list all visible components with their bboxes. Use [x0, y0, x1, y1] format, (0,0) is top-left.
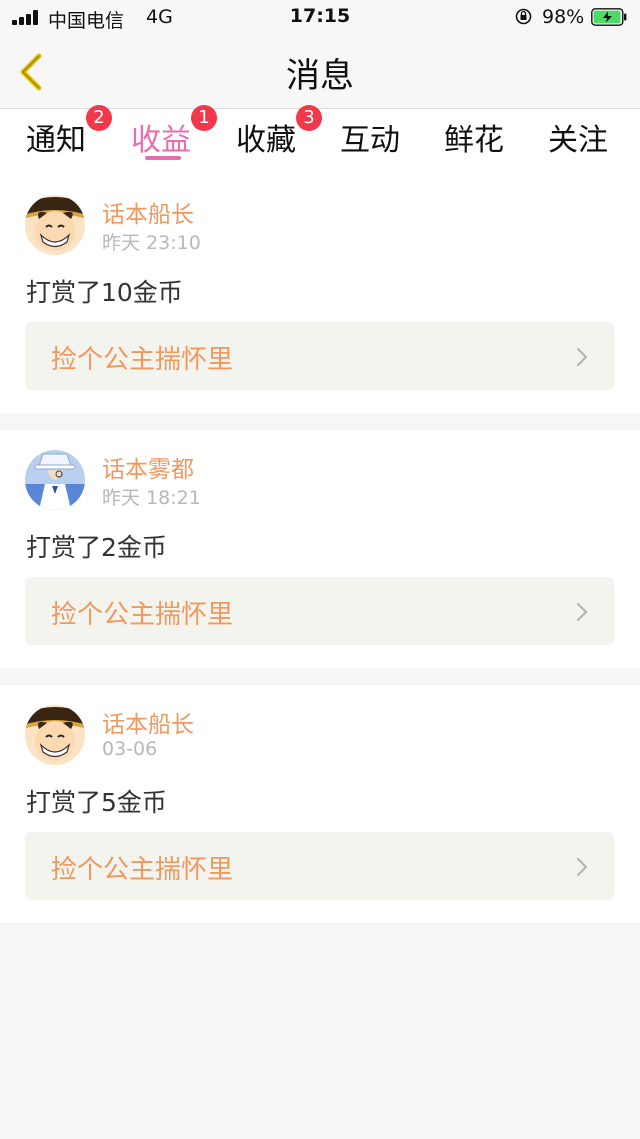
message-card: 话本船长 03-06 打赏了5金币 捡个公主揣怀里: [0, 685, 640, 923]
linked-work[interactable]: 捡个公主揣怀里: [25, 322, 614, 390]
tab-interactions[interactable]: 互动: [340, 115, 400, 159]
work-title: 捡个公主揣怀里: [51, 345, 234, 375]
tab-label: 互动: [340, 123, 400, 158]
tab-label: 通知: [26, 123, 86, 158]
tab-label: 收益: [131, 123, 191, 158]
tab-label: 关注: [548, 123, 608, 158]
tab-label: 收藏: [236, 123, 296, 158]
battery-percent: 98%: [542, 6, 585, 28]
tab-favorites[interactable]: 收藏 3: [236, 105, 322, 159]
category-tabs: 通知 2 收益 1 收藏 3 互动 鲜花 关注: [0, 105, 640, 175]
message-text: 打赏了10金币: [26, 278, 183, 307]
chevron-right-icon: [576, 347, 588, 367]
unread-badge: 3: [296, 105, 322, 131]
message-text: 打赏了2金币: [26, 533, 167, 562]
username[interactable]: 话本船长: [102, 705, 194, 739]
status-bar: 中国电信 4G 17:15 98%: [0, 0, 640, 34]
tab-label: 鲜花: [444, 123, 504, 158]
unread-badge: 2: [86, 105, 112, 131]
message-time: 03-06: [102, 738, 158, 760]
chevron-right-icon: [576, 602, 588, 622]
orientation-lock-icon: [515, 8, 532, 25]
tab-flowers[interactable]: 鲜花: [444, 115, 504, 159]
linked-work[interactable]: 捡个公主揣怀里: [25, 577, 614, 645]
work-title: 捡个公主揣怀里: [51, 855, 234, 885]
tab-notifications[interactable]: 通知 2: [26, 105, 112, 159]
message-text: 打赏了5金币: [26, 788, 167, 817]
message-card: 话本船长 昨天 23:10 打赏了10金币 捡个公主揣怀里: [0, 175, 640, 413]
username[interactable]: 话本雾都: [102, 450, 194, 484]
page-title: 消息: [286, 56, 354, 96]
tab-earnings[interactable]: 收益 1: [131, 105, 217, 159]
username[interactable]: 话本船长: [102, 195, 194, 229]
unread-badge: 1: [191, 105, 217, 131]
message-card: 话本雾都 昨天 18:21 打赏了2金币 捡个公主揣怀里: [0, 430, 640, 668]
chevron-right-icon: [576, 857, 588, 877]
message-time: 昨天 23:10: [102, 232, 201, 254]
nav-bar: 消息: [0, 34, 640, 109]
linked-work[interactable]: 捡个公主揣怀里: [25, 832, 614, 900]
message-time: 昨天 18:21: [102, 487, 201, 509]
user-avatar[interactable]: [25, 195, 85, 255]
tab-follows[interactable]: 关注: [548, 115, 608, 159]
battery-icon: [591, 8, 627, 26]
user-avatar[interactable]: [25, 705, 85, 765]
work-title: 捡个公主揣怀里: [51, 600, 234, 630]
user-avatar[interactable]: [25, 450, 85, 510]
active-tab-indicator: [145, 156, 181, 160]
